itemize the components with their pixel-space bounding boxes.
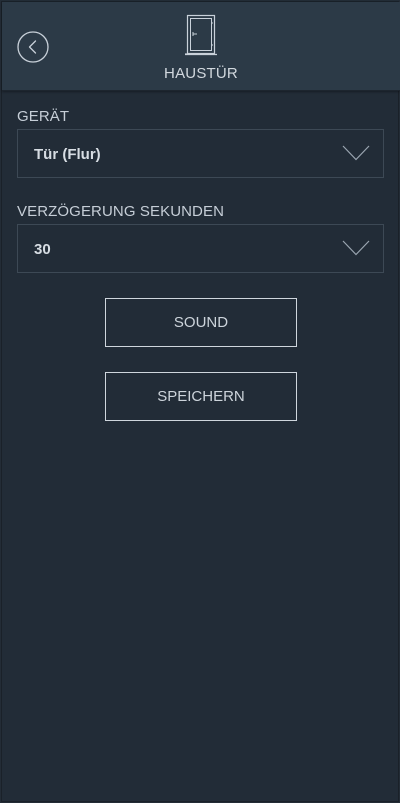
sound-button[interactable]: SOUND [105, 298, 297, 347]
delay-select[interactable]: 30 [17, 224, 384, 273]
back-button[interactable] [17, 31, 49, 63]
device-select-value: Tür (Flur) [34, 146, 101, 163]
device-select[interactable]: Tür (Flur) [17, 129, 384, 178]
app-frame: HAUSTÜR GERÄT Tür (Flur) VERZÖGERUNG SEK… [1, 1, 400, 802]
page-title: HAUSTÜR [164, 65, 238, 82]
save-button[interactable]: SPEICHERN [105, 372, 297, 421]
chevron-down-icon [342, 240, 370, 256]
device-label: GERÄT [17, 108, 70, 125]
chevron-down-icon [342, 145, 370, 161]
door-icon [185, 14, 217, 56]
header-bar: HAUSTÜR [2, 2, 400, 91]
chevron-left-circle-icon[interactable] [17, 31, 49, 63]
delay-label: VERZÖGERUNG SEKUNDEN [17, 203, 225, 220]
delay-select-value: 30 [34, 241, 51, 258]
